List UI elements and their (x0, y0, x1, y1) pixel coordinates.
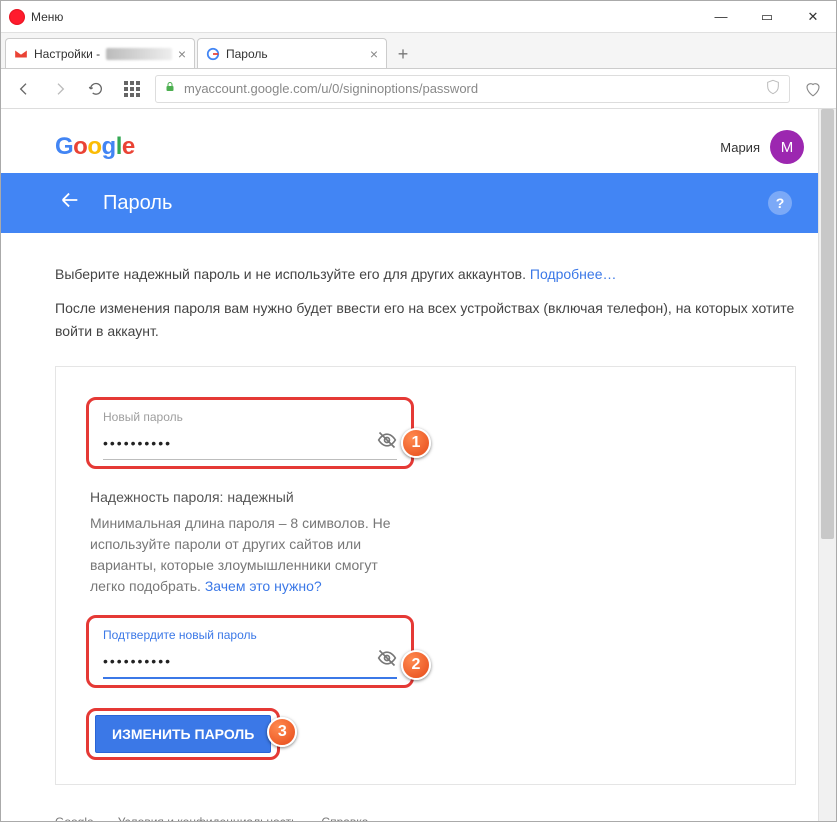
address-bar[interactable]: myaccount.google.com/u/0/signinoptions/p… (155, 75, 790, 103)
avatar[interactable]: М (770, 130, 804, 164)
vertical-scrollbar[interactable] (818, 109, 836, 821)
annotation-marker-1: 1 (401, 428, 431, 458)
new-password-label: Новый пароль (103, 410, 397, 424)
eye-off-icon[interactable] (377, 648, 397, 673)
change-password-button[interactable]: ИЗМЕНИТЬ ПАРОЛЬ (95, 715, 271, 753)
confirm-password-input[interactable] (103, 653, 377, 669)
tab-title: Пароль (226, 47, 364, 61)
nav-back-button[interactable] (11, 76, 37, 102)
window-maximize-button[interactable]: ▭ (744, 1, 790, 33)
intro-text: Выберите надежный пароль и не используйт… (41, 233, 810, 362)
footer-help-link[interactable]: Справка (321, 815, 368, 821)
confirm-password-label: Подтвердите новый пароль (103, 628, 397, 642)
password-form-card: Новый пароль 1 Надежность пароля: надежн… (55, 366, 796, 785)
url-text: myaccount.google.com/u/0/signinoptions/p… (184, 81, 478, 96)
nav-forward-button[interactable] (47, 76, 73, 102)
footer-google-link[interactable]: Google (55, 815, 94, 821)
window-titlebar: Меню — ▭ ✕ (1, 1, 836, 33)
nav-reload-button[interactable] (83, 76, 109, 102)
scrollbar-thumb[interactable] (821, 109, 834, 539)
user-name: Мария (720, 140, 760, 155)
password-hint: Минимальная длина пароля – 8 символов. Н… (90, 513, 410, 597)
new-password-input[interactable] (103, 435, 377, 451)
submit-highlight: ИЗМЕНИТЬ ПАРОЛЬ 3 (86, 708, 280, 760)
password-strength: Надежность пароля: надежный (90, 489, 765, 505)
opera-icon (9, 9, 25, 25)
window-close-button[interactable]: ✕ (790, 1, 836, 33)
new-password-highlight: Новый пароль 1 (86, 397, 414, 469)
tab-title-masked (106, 48, 172, 60)
new-tab-button[interactable]: + (389, 40, 417, 68)
help-button[interactable]: ? (768, 191, 792, 215)
why-link[interactable]: Зачем это нужно? (205, 578, 322, 594)
page-viewport: Google Мария М Пароль ? Выберите надежны… (1, 109, 836, 821)
tab-password[interactable]: Пароль × (197, 38, 387, 68)
page-title: Пароль (103, 192, 172, 215)
confirm-password-highlight: Подтвердите новый пароль 2 (86, 615, 414, 688)
heart-button[interactable] (800, 76, 826, 102)
tab-strip: Настройки - × Пароль × + (1, 33, 836, 69)
footer-terms-link[interactable]: Условия и конфиденциальность (118, 815, 298, 821)
annotation-marker-2: 2 (401, 650, 431, 680)
menu-button[interactable]: Меню (31, 10, 63, 24)
google-logo[interactable]: Google (55, 133, 135, 161)
tab-close-button[interactable]: × (178, 46, 186, 62)
banner-back-button[interactable] (59, 189, 81, 217)
google-header: Google Мария М (41, 121, 810, 173)
toolbar: myaccount.google.com/u/0/signinoptions/p… (1, 69, 836, 109)
page-footer: Google Условия и конфиденциальность Спра… (41, 805, 810, 821)
annotation-marker-3: 3 (267, 717, 297, 747)
gmail-icon (14, 47, 28, 61)
tab-title: Настройки - (34, 47, 100, 61)
shield-icon[interactable] (765, 79, 781, 98)
eye-off-icon[interactable] (377, 430, 397, 455)
page-banner: Пароль ? (1, 173, 836, 233)
tab-gmail-settings[interactable]: Настройки - × (5, 38, 195, 68)
speed-dial-button[interactable] (119, 76, 145, 102)
tab-close-button[interactable]: × (370, 46, 378, 62)
lock-icon (164, 81, 176, 96)
window-minimize-button[interactable]: — (698, 1, 744, 33)
learn-more-link[interactable]: Подробнее… (530, 266, 617, 282)
google-favicon (206, 47, 220, 61)
